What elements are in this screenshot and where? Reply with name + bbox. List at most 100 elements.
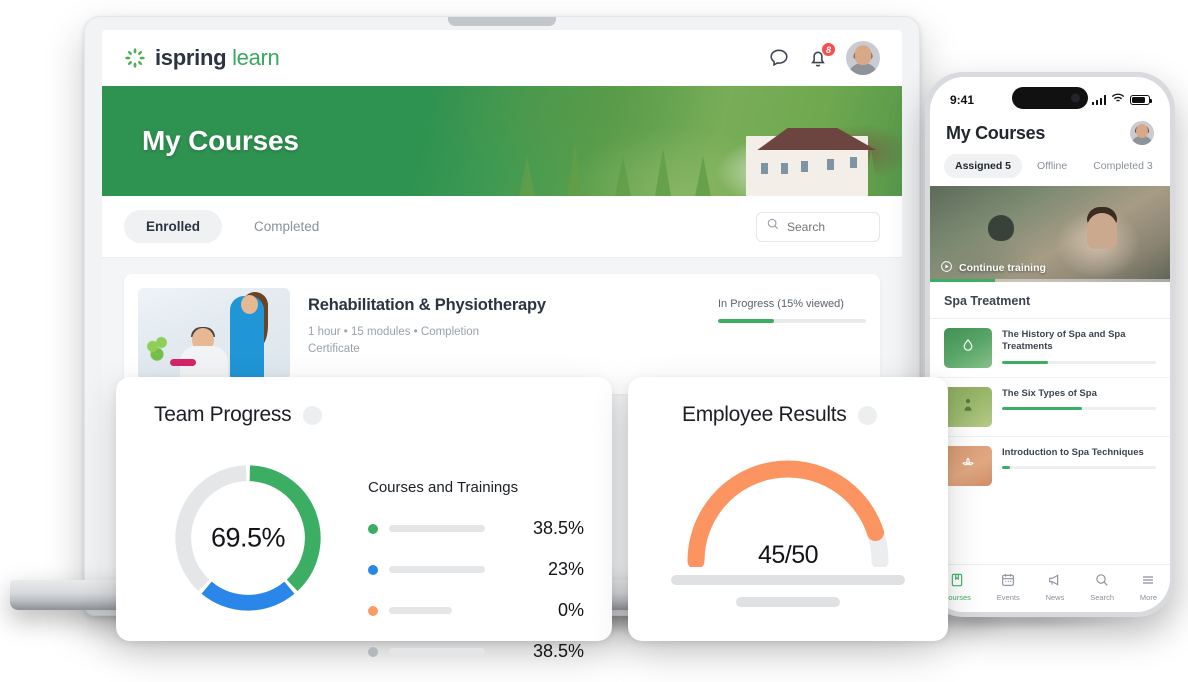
brand-logo[interactable]: ispring learn (124, 45, 280, 71)
thumb-dumbbell (170, 359, 196, 366)
brand-name: ispring learn (155, 45, 280, 71)
search-input[interactable] (787, 219, 870, 234)
legend-label-placeholder (389, 525, 485, 532)
tabbar-label: Search (1090, 592, 1115, 602)
skeleton-bar (736, 597, 840, 607)
hero-bowl (987, 214, 1014, 241)
search-box[interactable] (756, 211, 880, 242)
phone-tab-offline[interactable]: Offline (1026, 154, 1078, 178)
lesson-body: The History of Spa and Spa Treatments (1002, 328, 1156, 364)
circle-menu-icon[interactable] (858, 405, 878, 425)
lesson-title: The Six Types of Spa (1002, 388, 1097, 399)
water-drop-icon (960, 337, 977, 359)
legend-color-dot (368, 646, 378, 657)
tabbar-item-search[interactable]: Search (1090, 572, 1114, 602)
course-toolbar: Enrolled Completed (102, 196, 902, 258)
legend-value: 0% (557, 600, 584, 620)
phone-avatar[interactable] (1130, 121, 1154, 145)
brand-ispring: ispring (155, 45, 227, 70)
lesson-title: The History of Spa and Spa Treatments (1002, 329, 1126, 353)
continue-training-label: Continue training (959, 262, 1046, 274)
lesson-body: Introduction to Spa Techniques (1002, 446, 1156, 470)
megaphone-icon (1047, 572, 1063, 590)
wifi-icon (1111, 93, 1125, 107)
tabbar-label: News (1045, 592, 1065, 602)
lesson-progress-fill (1002, 466, 1010, 470)
banner-tree (614, 156, 632, 196)
team-progress-card: Team Progress 69.5% Courses and Training… (116, 377, 612, 661)
course-status-label: In Progress (15% viewed) (718, 298, 844, 310)
lesson-thumbnail (944, 328, 992, 368)
tabbar-label: More (1139, 592, 1157, 602)
house-window (849, 156, 858, 169)
circle-menu-icon[interactable] (303, 405, 323, 425)
list-item[interactable]: Introduction to Spa Techniques (930, 437, 1170, 495)
tabbar-item-news[interactable]: News (1045, 572, 1065, 602)
ispring-starburst-icon (124, 47, 146, 69)
status-time: 9:41 (950, 93, 975, 107)
legend-row: 38.5% (368, 641, 584, 662)
legend-label-placeholder (389, 648, 485, 655)
course-thumbnail (138, 288, 290, 380)
lesson-progress-bar (1002, 407, 1156, 411)
tab-completed[interactable]: Completed (232, 210, 341, 243)
course-progress-fill (718, 319, 775, 323)
avatar-face (854, 45, 872, 66)
lesson-title: Introduction to Spa Techniques (1002, 447, 1144, 458)
laptop-notch (448, 17, 556, 26)
course-status: In Progress (15% viewed) (718, 288, 866, 323)
legend-row: 38.5% (368, 518, 584, 539)
phone-tabbar: Courses Events News Search More (930, 564, 1170, 612)
front-camera-icon (1071, 93, 1080, 103)
lesson-thumbnail (944, 387, 992, 427)
lesson-progress-fill (1002, 360, 1049, 364)
phone-tab-completed[interactable]: Completed 3 (1082, 154, 1164, 178)
book-icon (949, 572, 965, 590)
status-indicators (1091, 93, 1152, 107)
lotus-icon (959, 455, 977, 478)
legend-color-dot (368, 605, 378, 616)
search-icon (766, 217, 780, 236)
list-item[interactable]: The Six Types of Spa (930, 378, 1170, 437)
list-item[interactable]: The History of Spa and Spa Treatments (930, 319, 1170, 378)
continue-training-button[interactable]: Continue training (930, 260, 1170, 276)
page-banner: My Courses (102, 86, 902, 196)
thumb-plant (146, 336, 168, 362)
calendar-icon (1000, 572, 1016, 590)
bell-icon[interactable]: 8 (807, 42, 836, 69)
search-icon (1094, 572, 1110, 590)
donut-segment (201, 581, 295, 611)
hero-progress-fill (930, 279, 995, 282)
hero-person (1087, 212, 1118, 249)
house-window (780, 162, 789, 175)
legend-value: 38.5% (532, 641, 584, 661)
phone-device: 9:41 My Courses Assigned 5 Offline Compl… (925, 72, 1175, 617)
cellular-icon (1091, 95, 1106, 105)
banner-tree (694, 156, 712, 196)
thumb-nurse-head (241, 295, 258, 314)
spa-person-icon (960, 396, 977, 418)
battery-icon (1130, 95, 1152, 105)
app-header: ispring learn 8 (102, 30, 902, 86)
phone-hero-card[interactable]: Continue training (930, 186, 1170, 282)
phone-tab-assigned[interactable]: Assigned 5 (944, 154, 1023, 178)
legend-label-placeholder (389, 607, 452, 614)
phone-tabs: Assigned 5 Offline Completed 3 (930, 145, 1170, 186)
tab-enrolled[interactable]: Enrolled (124, 210, 223, 243)
page-title: My Courses (142, 125, 299, 156)
tabbar-item-events[interactable]: Events (997, 572, 1020, 602)
avatar[interactable] (846, 41, 880, 75)
banner-tree (566, 144, 584, 196)
lesson-progress-bar (1002, 466, 1156, 470)
legend-color-dot (368, 564, 378, 575)
legend-value: 38.5% (532, 518, 584, 538)
tabbar-item-more[interactable]: More (1140, 572, 1157, 602)
chat-bubble-icon[interactable] (768, 47, 790, 69)
banner-tree (654, 148, 672, 196)
course-card[interactable]: Rehabilitation & Physiotherapy 1 hour • … (124, 274, 880, 394)
phone-page-title: My Courses (946, 122, 1046, 143)
hero-progress-bar (930, 279, 1170, 282)
banner-tree (518, 156, 536, 196)
hamburger-icon (1140, 572, 1156, 590)
brand-learn: learn (232, 45, 280, 70)
